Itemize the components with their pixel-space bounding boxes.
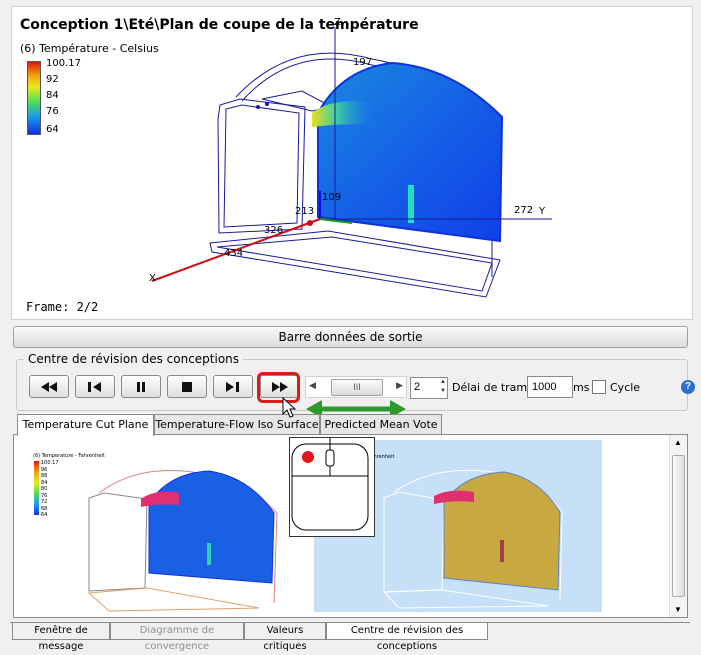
scroll-down-icon[interactable]: ▼ [674,605,682,614]
cursor-arrow-icon [282,397,296,418]
legend-value: 100.17 [46,58,81,69]
dimension-label: 272 [514,205,534,216]
tab-critical-values[interactable]: Valeurs critiques [244,623,326,652]
cut-plane-thumbnail[interactable]: (6) Temperature - Fahrenheit 100.17 96 8… [29,443,294,613]
legend-value: 76 [46,106,59,117]
dimension-label: 434 [224,248,244,259]
tab-temperature-cut-plane[interactable]: Temperature Cut Plane [17,414,154,436]
output-data-bar-button[interactable]: Barre données de sortie [13,326,688,348]
3d-viewport[interactable]: Conception 1\Eté\Plan de coupe de la tem… [11,6,693,320]
delay-unit-label: ms [573,381,590,394]
tab-message-window[interactable]: Fenêtre de message [12,623,110,652]
first-frame-button[interactable] [29,375,69,398]
dimension-label: 197 [353,57,373,68]
next-frame-button[interactable] [213,375,253,398]
pause-button[interactable] [121,375,161,398]
dimension-label: 109 [322,192,342,203]
previous-frame-button[interactable] [75,375,115,398]
tab-convergence-diagram[interactable]: Diagramme de convergence [110,623,244,652]
tab-design-review-center[interactable]: Centre de révision des conceptions [326,623,488,652]
legend-value: 92 [46,74,59,85]
cut-plane-thumbnail-scene [87,470,278,612]
cycle-checkbox[interactable] [592,380,606,394]
slider-thumb[interactable]: III [331,379,383,396]
frame-number-spinner[interactable]: 2 ▲ ▼ [410,377,448,399]
legend-value: 64 [46,124,59,135]
tab-predicted-mean-vote[interactable]: Predicted Mean Vote [320,414,442,435]
dimension-label: 326 [264,225,284,236]
cycle-label: Cycle [610,381,641,394]
spin-up-icon[interactable]: ▲ [440,379,446,385]
frame-delay-input[interactable]: 1000 [527,376,573,398]
frame-slider[interactable]: ◀ III ▶ [305,376,407,398]
mouse-icon [291,436,369,531]
slider-right-arrow-icon[interactable]: ▶ [396,380,403,391]
temperature-legend-bar [27,61,41,135]
dimension-label: 213 [295,206,315,217]
rewind-icon [41,381,57,392]
axis-label-z: Z [334,17,341,28]
frame-indicator: Frame: 2/2 [26,300,99,314]
frame-number-value: 2 [414,381,421,393]
pause-icon [137,381,145,392]
step-forward-icon [226,381,239,392]
stop-button[interactable] [167,375,207,398]
axis-label-y: Y [539,206,546,217]
stop-icon [182,381,192,392]
spin-down-icon[interactable]: ▼ [440,388,446,394]
slider-left-arrow-icon[interactable]: ◀ [309,380,316,391]
axis-label-x: X [149,273,156,284]
scroll-up-icon[interactable]: ▲ [674,438,682,447]
step-back-icon [88,381,101,392]
design-review-center-title: Centre de révision des conceptions [24,352,244,366]
viewport-title: Conception 1\Eté\Plan de coupe de la tem… [20,17,419,33]
mouse-click-overlay [289,436,375,537]
legend-value: 84 [46,90,59,101]
legend-title: (6) Température - Celsius [20,42,159,55]
help-icon[interactable]: ? [681,380,695,394]
vertical-scrollbar[interactable]: ▲ ▼ [669,435,687,617]
scrollbar-thumb[interactable] [672,455,685,597]
